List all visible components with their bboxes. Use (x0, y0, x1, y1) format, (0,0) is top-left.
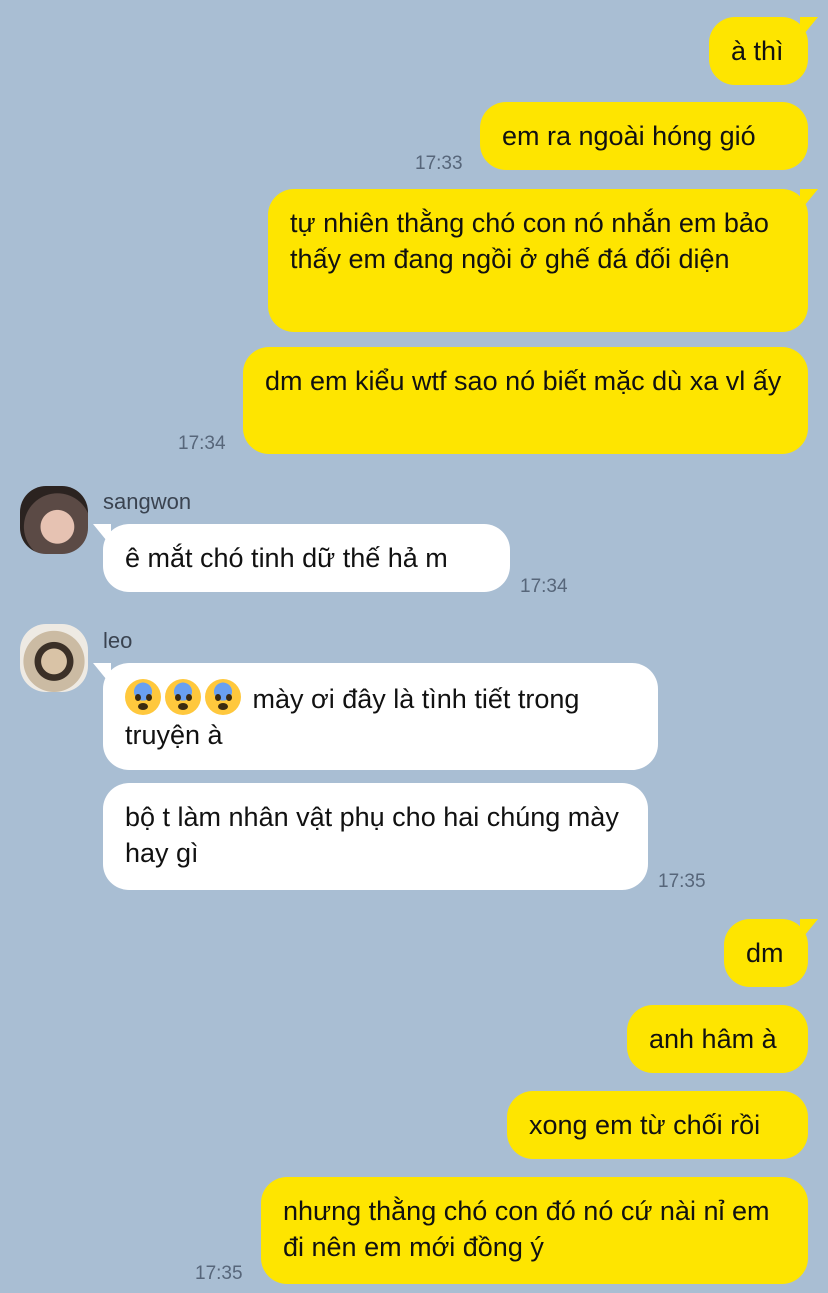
message-bubble-outgoing[interactable]: dm em kiểu wtf sao nó biết mặc dù xa vl … (243, 347, 808, 454)
message-bubble-outgoing[interactable]: dm (724, 919, 818, 987)
message-bubble-outgoing[interactable]: em ra ngoài hóng gió (480, 102, 808, 170)
message-bubble-incoming[interactable]: bộ t làm nhân vật phụ cho hai chúng mày … (103, 783, 648, 890)
timestamp: 17:35 (658, 871, 706, 892)
message-bubble-incoming[interactable]: mày ơi đây là tình tiết trong truyện à (93, 663, 658, 770)
message-bubble-outgoing[interactable]: à thì (709, 17, 818, 85)
message-bubble-outgoing[interactable]: xong em từ chối rồi (507, 1091, 808, 1159)
anxious-face-emoji (205, 679, 241, 715)
message-bubble-outgoing[interactable]: tự nhiên thằng chó con nó nhắn em bảo th… (268, 189, 818, 332)
sender-name: sangwon (103, 489, 192, 514)
anxious-face-emoji (165, 679, 201, 715)
timestamp: 17:34 (520, 576, 568, 597)
message-bubble-incoming[interactable]: ê mắt chó tinh dữ thế hả m (93, 524, 510, 592)
timestamp: 17:34 (178, 433, 226, 454)
message-bubble-outgoing[interactable]: nhưng thằng chó con đó nó cứ nài nỉ em đ… (261, 1177, 808, 1284)
avatar[interactable] (20, 486, 88, 554)
message-bubble-outgoing[interactable]: anh hâm à (627, 1005, 808, 1073)
timestamp: 17:33 (415, 153, 463, 174)
sender-name: leo (103, 628, 133, 653)
timestamp: 17:35 (195, 1263, 243, 1284)
avatar[interactable] (20, 624, 88, 692)
anxious-face-emoji (125, 679, 161, 715)
